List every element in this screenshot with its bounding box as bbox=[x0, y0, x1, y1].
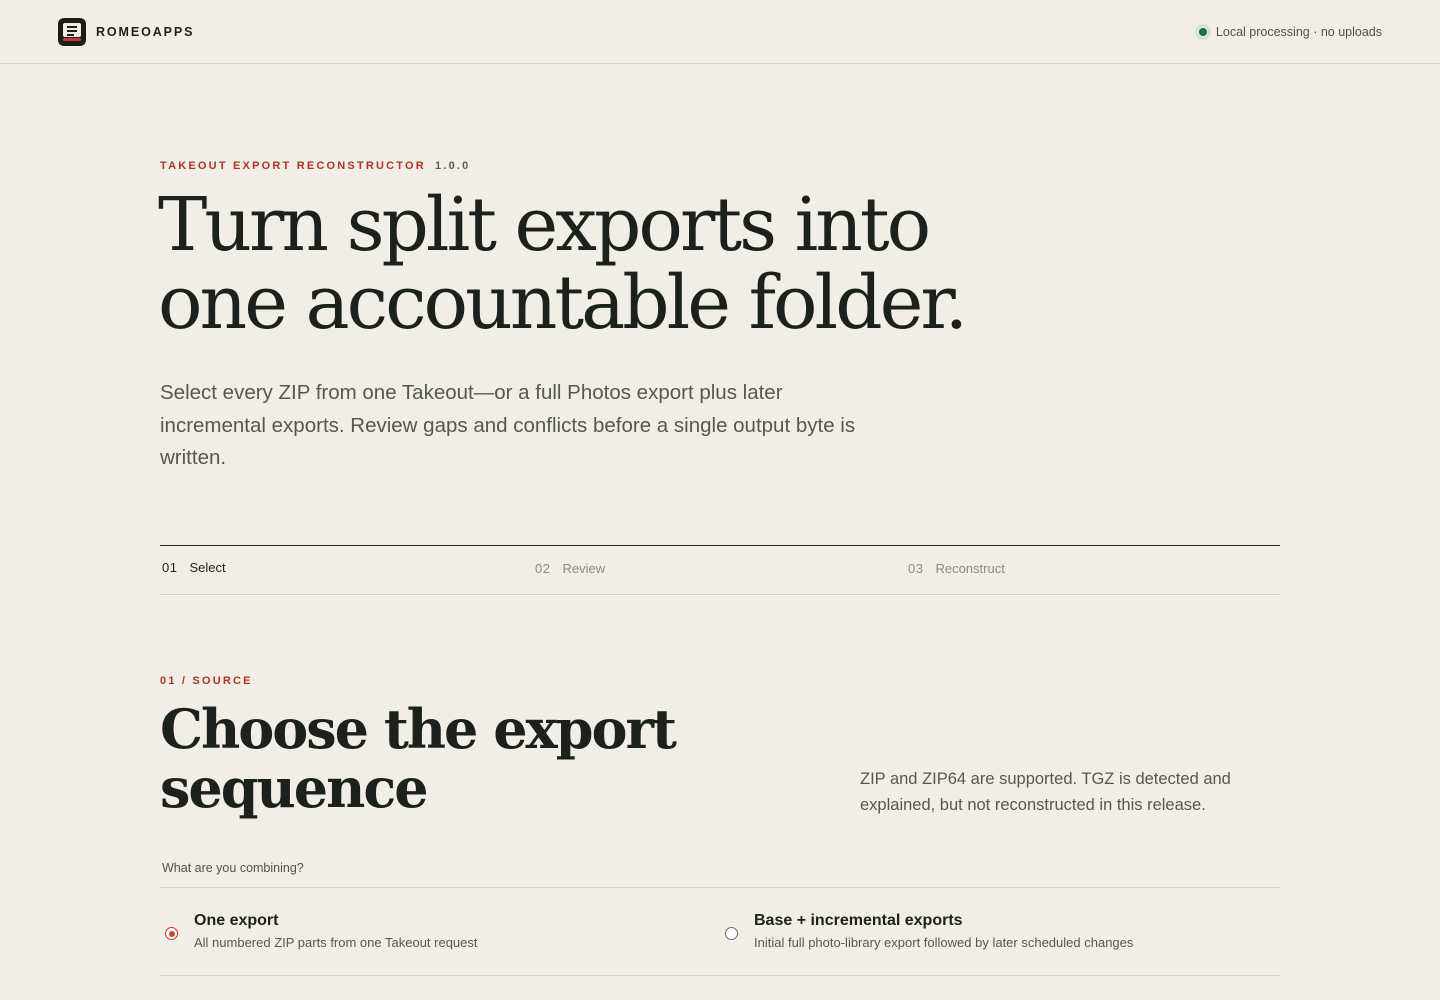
status-indicator: Local processing · no uploads bbox=[1194, 24, 1382, 40]
radio-one-export[interactable] bbox=[165, 927, 178, 940]
option-description: All numbered ZIP parts from one Takeout … bbox=[194, 935, 478, 950]
export-type-options: One export All numbered ZIP parts from o… bbox=[160, 887, 1280, 976]
step-label: Select bbox=[189, 560, 226, 575]
step-number: 01 bbox=[162, 560, 178, 575]
hero-title-line-2: one accountable folder. bbox=[158, 260, 968, 346]
format-support-note: ZIP and ZIP64 are supported. TGZ is dete… bbox=[860, 770, 1231, 814]
step-label: Review bbox=[562, 561, 606, 576]
app-logo-icon[interactable] bbox=[58, 18, 86, 46]
option-description: Initial full photo-library export follow… bbox=[754, 935, 1134, 950]
brand-name[interactable]: ROMEOAPPS bbox=[96, 24, 194, 40]
step-reconstruct[interactable]: 03 Reconstruct bbox=[908, 561, 1005, 577]
options-question: What are you combining? bbox=[162, 861, 304, 875]
section-title-line-1: Choose the export bbox=[160, 697, 677, 761]
version-label: 1.0.0 bbox=[435, 160, 471, 172]
option-title: One export bbox=[194, 912, 279, 929]
step-review[interactable]: 02 Review bbox=[535, 561, 605, 577]
option-title: Base + incremental exports bbox=[754, 912, 963, 929]
status-text: Local processing · no uploads bbox=[1215, 25, 1382, 39]
radio-base-incremental[interactable] bbox=[725, 927, 738, 940]
section-eyebrow: 01 / SOURCE bbox=[160, 675, 253, 687]
step-number: 03 bbox=[908, 561, 924, 576]
top-bar: ROMEOAPPS Local processing · no uploads bbox=[0, 0, 1440, 64]
hero-title: Turn split exports into one accountable … bbox=[158, 186, 1058, 342]
step-select[interactable]: 01 Select bbox=[162, 560, 226, 576]
section-title: Choose the export sequence bbox=[160, 700, 680, 818]
step-number: 02 bbox=[535, 561, 551, 576]
hero-title-line-1: Turn split exports into bbox=[158, 182, 931, 268]
option-one-export[interactable]: One export All numbered ZIP parts from o… bbox=[160, 888, 720, 976]
step-indicator: 01 Select 02 Review 03 Reconstruct bbox=[160, 545, 1280, 595]
section-title-line-2: sequence bbox=[160, 756, 429, 820]
option-base-incremental[interactable]: Base + incremental exports Initial full … bbox=[720, 888, 1280, 976]
product-eyebrow: TAKEOUT EXPORT RECONSTRUCTOR bbox=[160, 160, 426, 172]
hero-subtitle: Select every ZIP from one Takeout—or a f… bbox=[160, 381, 856, 469]
step-label: Reconstruct bbox=[935, 561, 1005, 576]
status-dot-icon bbox=[1194, 24, 1211, 40]
